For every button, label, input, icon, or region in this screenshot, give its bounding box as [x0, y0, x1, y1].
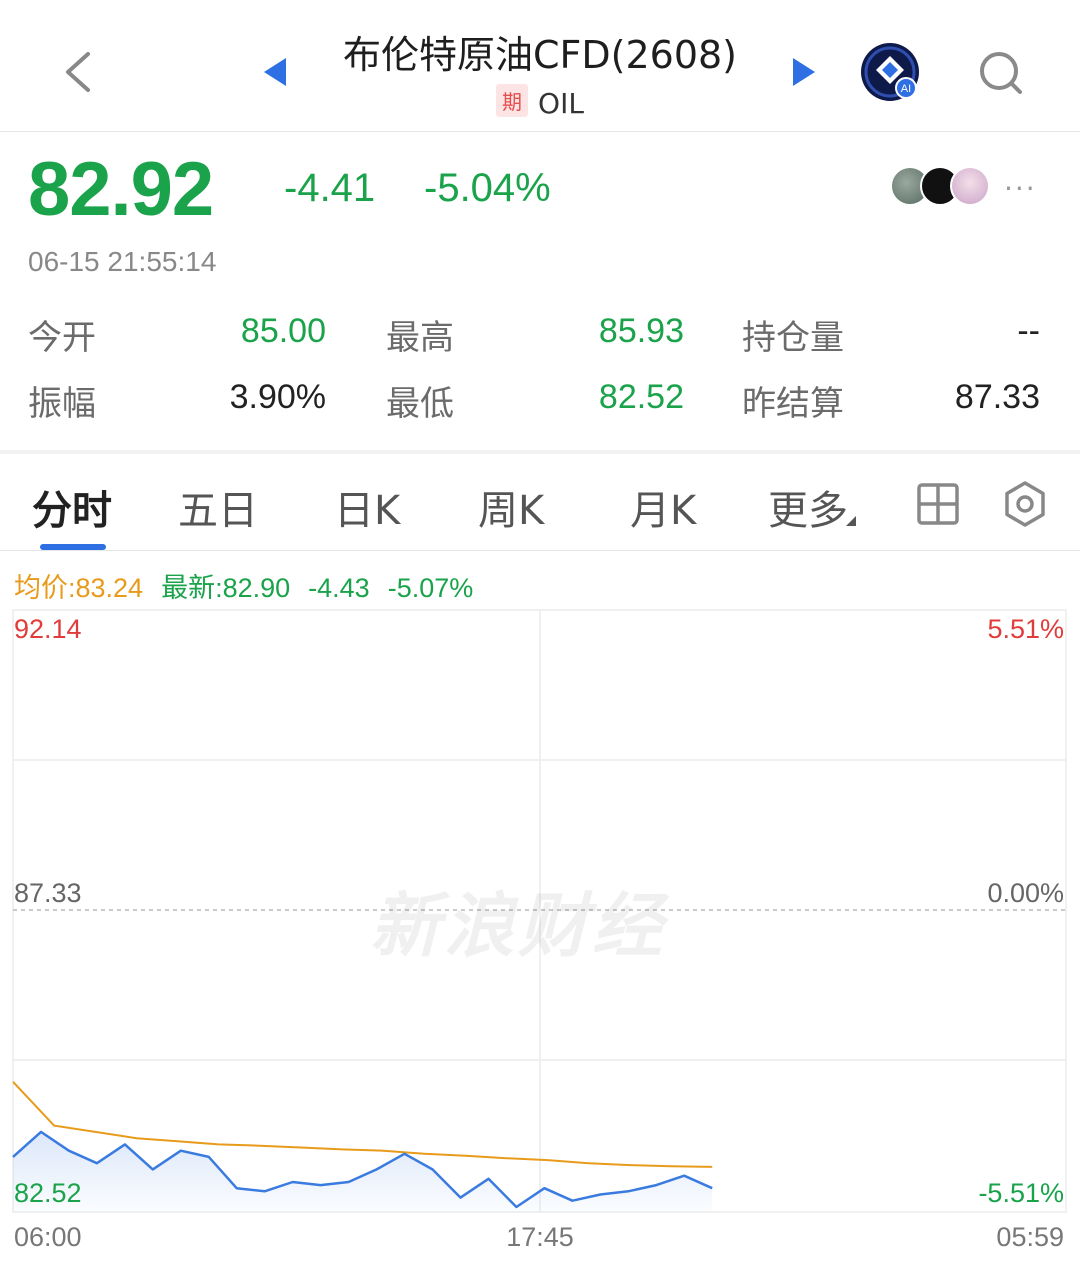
futures-badge: 期 [496, 84, 529, 117]
stat-value-high: 85.93 [598, 312, 684, 350]
stat-label-low: 最低 [386, 384, 454, 424]
stat-label-open: 今开 [28, 318, 96, 358]
tab-intraday[interactable]: 分时 [32, 478, 112, 536]
tab-five-day[interactable]: 五日 [178, 478, 258, 536]
community-avatars[interactable] [890, 166, 1000, 208]
price-change: -4.41 [284, 166, 376, 210]
last-price: 82.92 [28, 147, 214, 232]
search-icon[interactable] [978, 50, 1024, 96]
avg-price-readout: 均价:83.24 [14, 573, 144, 603]
y-right-tick-mid: 0.00% [987, 878, 1064, 908]
x-tick-end: 05:59 [996, 1222, 1064, 1252]
x-tick-start: 06:00 [14, 1222, 82, 1252]
tab-weekly-k[interactable]: 周K [478, 478, 544, 536]
tab-monthly-k[interactable]: 月K [630, 478, 696, 536]
tab-more[interactable]: 更多 [768, 478, 856, 536]
stat-value-prev-settle: 87.33 [954, 378, 1040, 416]
svg-text:AI: AI [901, 83, 911, 95]
stat-label-open-interest: 持仓量 [742, 318, 844, 358]
section-divider [0, 450, 1080, 454]
stat-value-low: 82.52 [598, 378, 684, 416]
symbol-code: OIL [538, 87, 584, 120]
dropdown-corner-icon [846, 516, 856, 526]
tab-daily-k[interactable]: 日K [334, 478, 400, 536]
stat-label-high: 最高 [386, 318, 454, 358]
more-options-icon[interactable]: ··· [1004, 172, 1037, 205]
y-left-tick-mid: 87.33 [14, 878, 82, 908]
watermark: 新浪财经 [370, 885, 666, 967]
y-right-tick-bottom: -5.51% [978, 1178, 1064, 1208]
x-tick-mid: 17:45 [506, 1222, 574, 1252]
stat-value-open: 85.00 [240, 312, 326, 350]
settings-icon[interactable] [1002, 480, 1048, 528]
page-title: 布伦特原油CFD(2608) [342, 33, 737, 77]
next-triangle-icon[interactable] [793, 58, 815, 86]
tabs-divider [0, 550, 1080, 551]
stat-value-open-interest: -- [1017, 312, 1040, 350]
stat-label-prev-settle: 昨结算 [742, 384, 844, 424]
price-change-pct: -5.04% [424, 166, 551, 210]
avatar [950, 166, 990, 206]
latest-pct-readout: -5.07% [387, 573, 474, 603]
ai-assistant-icon[interactable]: AI [860, 42, 920, 102]
price-area-fill [13, 1131, 713, 1212]
y-right-tick-top: 5.51% [987, 614, 1064, 644]
y-left-tick-top: 92.14 [14, 614, 82, 644]
quote-timestamp: 06-15 21:55:14 [28, 246, 217, 277]
symbol-line: 期 OIL [300, 84, 780, 120]
tab-more-label: 更多 [768, 488, 848, 534]
stat-value-amplitude: 3.90% [229, 378, 326, 416]
y-left-tick-bottom: 82.52 [14, 1178, 82, 1208]
latest-change-readout: -4.43 [308, 573, 370, 603]
back-chevron-icon[interactable] [58, 48, 98, 96]
grid-layout-icon[interactable] [916, 482, 960, 526]
stat-label-amplitude: 振幅 [28, 384, 96, 424]
top-bar: 布伦特原油CFD(2608) 期 OIL AI [0, 0, 1080, 132]
latest-price-readout: 最新:82.90 [161, 573, 291, 603]
prev-triangle-icon[interactable] [264, 58, 286, 86]
